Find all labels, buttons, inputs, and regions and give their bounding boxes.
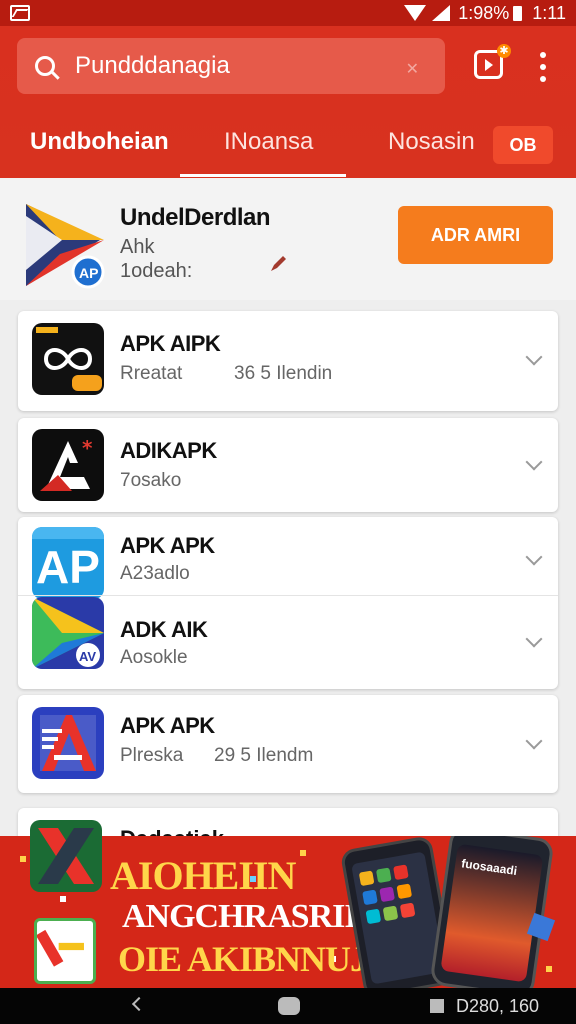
- list-item[interactable]: * ADIKAPK 7osako: [18, 418, 558, 512]
- app-subtitle: Rreatat: [120, 363, 183, 384]
- list-item[interactable]: AV ADK AIK Aosokle: [18, 597, 558, 687]
- app-header: Pundddanagia ✕ ✱ Undboheian INoansa Nosa…: [0, 26, 576, 178]
- app-subtitle: Aosokle: [120, 647, 188, 668]
- phone-image: fuosaaadi: [429, 836, 555, 988]
- wifi-icon: [404, 5, 427, 21]
- app-title: APK AIPK: [120, 331, 221, 356]
- pen-icon: [271, 256, 286, 271]
- clear-icon[interactable]: ✕: [406, 59, 419, 79]
- app-title: ADIKAPK: [120, 438, 217, 463]
- svg-text:AP: AP: [79, 265, 98, 281]
- battery-percentage: 1:98%: [458, 2, 510, 23]
- featured-title: UndelDerdlan: [120, 204, 271, 231]
- battery-icon: [513, 5, 523, 21]
- active-tab-indicator: [180, 174, 346, 177]
- chevron-down-icon[interactable]: [525, 348, 543, 366]
- svg-text:AV: AV: [79, 649, 96, 664]
- stripe-a-app-icon: [32, 707, 104, 779]
- featured-subtitle: Ahk: [120, 236, 155, 258]
- list-item[interactable]: AP APK APK A23adlo: [18, 517, 558, 607]
- red-a-app-icon: *: [32, 429, 104, 501]
- tab-inoansa[interactable]: INoansa: [224, 128, 313, 156]
- divider: [18, 595, 558, 596]
- infinity-app-icon: [32, 323, 104, 395]
- promo-subheadline: ANGCHRASRIIY: [122, 898, 381, 935]
- tab-bar: Undboheian INoansa Nosasin OB: [0, 118, 576, 178]
- home-icon[interactable]: [278, 997, 300, 1015]
- chevron-down-icon[interactable]: [525, 548, 543, 566]
- nav-readout: D280, 160: [456, 996, 540, 1016]
- search-placeholder: Pundddanagia: [75, 52, 230, 79]
- chevron-down-icon[interactable]: [525, 732, 543, 750]
- promo-tagline: OIE AKIBNNUJ!: [118, 939, 379, 979]
- promo-headline: AIOHEIIN: [110, 853, 296, 898]
- featured-app: AP UndelDerdlan Ahk 1odeah: ADR AMRI: [0, 178, 576, 300]
- app-subtitle: Plreska: [120, 745, 184, 766]
- more-options-icon[interactable]: [538, 52, 548, 82]
- list-item[interactable]: APK APK Plreska 29 5 Ilendm: [18, 695, 558, 793]
- list-group: AP APK APK A23adlo AV ADK AIK Aosokle: [18, 517, 558, 689]
- package-icon: [34, 918, 96, 984]
- search-input[interactable]: Pundddanagia ✕: [17, 38, 445, 94]
- chevron-down-icon[interactable]: [525, 453, 543, 471]
- chevron-down-icon[interactable]: [525, 630, 543, 648]
- app-title: ADK AIK: [120, 617, 208, 642]
- tab-nosasin[interactable]: Nosasin: [388, 128, 475, 156]
- tab-badge-button[interactable]: OB: [493, 126, 553, 164]
- featured-app-icon: AP: [26, 204, 105, 289]
- app-title: APK APK: [120, 713, 215, 738]
- tab-undboheian[interactable]: Undboheian: [30, 128, 169, 156]
- search-icon: [35, 56, 55, 76]
- app-meta: 29 5 Ilendm: [214, 745, 314, 766]
- featured-detail: 1odeah:: [120, 260, 193, 282]
- recent-apps-icon[interactable]: [430, 999, 444, 1013]
- status-bar: 1:98% 1:11: [0, 0, 576, 26]
- clock: 1:11: [532, 2, 566, 23]
- x-app-icon: [30, 820, 102, 892]
- gallery-notification-icon: [10, 5, 30, 21]
- ap-app-icon: AP: [32, 527, 104, 599]
- svg-text:AP: AP: [36, 541, 100, 593]
- back-icon[interactable]: [131, 996, 147, 1012]
- svg-text:*: *: [82, 436, 93, 460]
- app-meta: 36 5 Ilendin: [234, 363, 333, 384]
- app-title: APK APK: [120, 533, 215, 558]
- notification-badge-icon: ✱: [497, 44, 511, 58]
- system-nav-bar: D280, 160: [0, 988, 576, 1024]
- app-subtitle: A23adlo: [120, 563, 190, 584]
- featured-action-button[interactable]: ADR AMRI: [398, 206, 553, 264]
- signal-icon: [432, 5, 451, 21]
- list-item[interactable]: APK AIPK Rreatat 36 5 Ilendin: [18, 311, 558, 411]
- play-store-icon: AV: [32, 597, 104, 669]
- app-subtitle: 7osako: [120, 470, 182, 491]
